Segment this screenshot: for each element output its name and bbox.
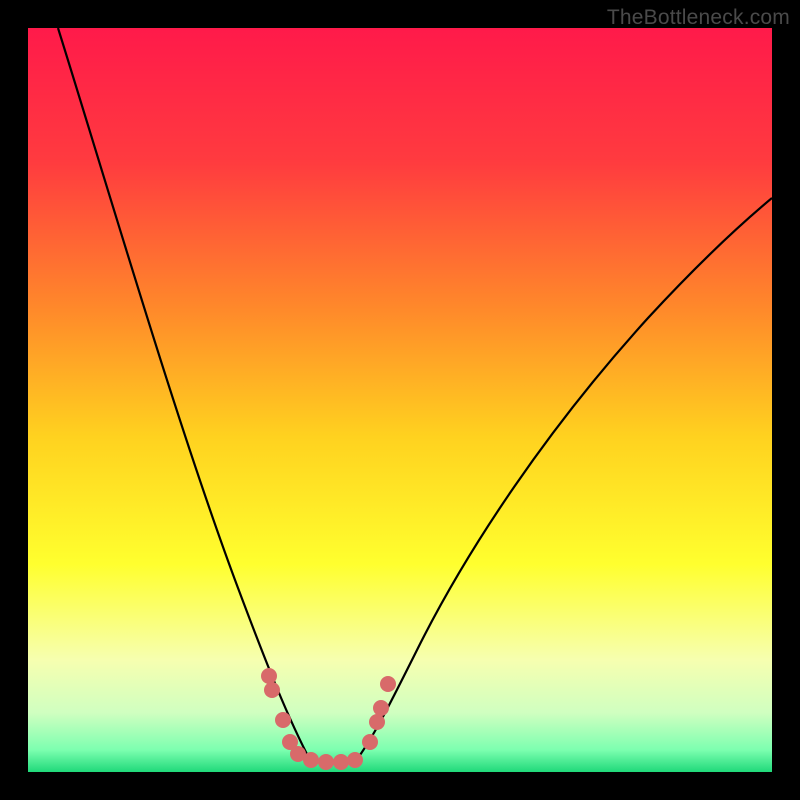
watermark-text: TheBottleneck.com <box>607 6 790 30</box>
chart-svg <box>28 28 772 772</box>
chart-background <box>28 28 772 772</box>
bottleneck-chart <box>28 28 772 772</box>
